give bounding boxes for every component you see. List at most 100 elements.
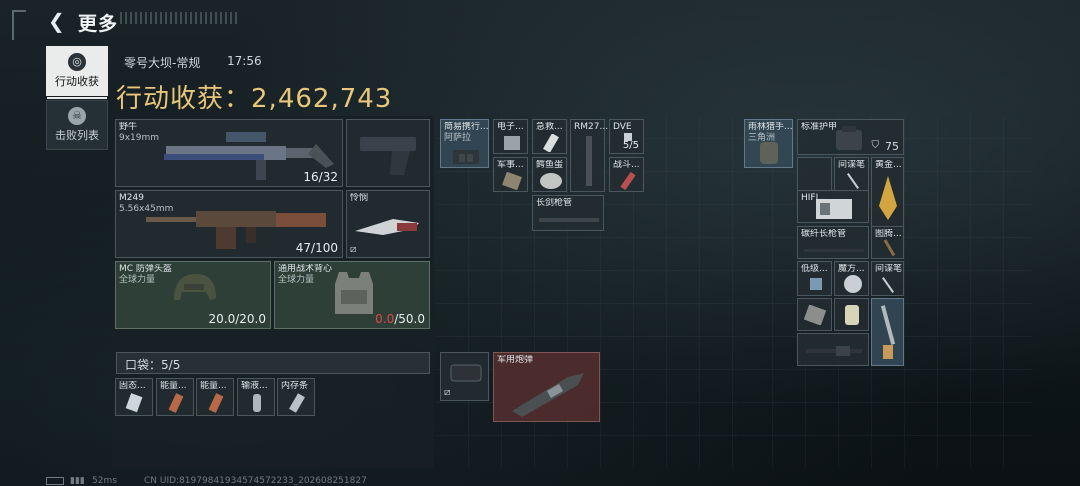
cube-icon	[844, 275, 862, 293]
shield-icon: ⛉	[871, 140, 880, 151]
pocket-label: 口袋：	[125, 358, 162, 372]
back-arrow-icon[interactable]: ❮	[48, 10, 70, 32]
rig-item[interactable]: 战斗...	[609, 157, 644, 192]
helmet-faction: 全球力量	[119, 275, 156, 285]
bp-item[interactable]: 图腾...	[871, 226, 904, 259]
armor-icon	[836, 126, 862, 150]
pocket-item[interactable]: 能量...	[156, 378, 194, 416]
harvest-value: 2,462,743	[251, 84, 393, 114]
shell-slot[interactable]: 军用炮弹	[493, 352, 600, 422]
backpack-icon	[760, 142, 778, 164]
bp-item[interactable]	[797, 333, 869, 366]
low-grade-item-icon	[810, 278, 822, 290]
locked-icon: ⧄	[444, 387, 451, 398]
spy-pen-icon	[882, 277, 894, 293]
tab-action-harvest[interactable]: ◎ 行动收获	[46, 46, 108, 99]
ssd-icon	[125, 393, 143, 413]
helmet-slot[interactable]: MC 防弹头盔 全球力量 20.0/20.0	[115, 261, 271, 329]
harvest-total: 行动收获：2,462,743	[116, 78, 392, 115]
ping: 52ms	[92, 476, 117, 486]
backpack-slot[interactable]: 雨林猎手... 三角洲	[744, 119, 793, 168]
bp-item[interactable]: 低级...	[797, 261, 832, 296]
uid: CN UID:8197984193457457223​3_20260825182…	[144, 476, 367, 486]
tab-label: 击败列表	[55, 129, 99, 142]
bp-item[interactable]: 碳纤长枪管	[797, 226, 869, 259]
skull-icon: ☠	[68, 107, 86, 125]
rifle-part-icon	[806, 346, 862, 356]
bp-item[interactable]	[797, 298, 832, 331]
case-icon	[450, 364, 482, 382]
bp-item[interactable]	[834, 298, 869, 331]
spy-pen-icon	[847, 173, 859, 189]
bp-item[interactable]: 间谍笔	[834, 157, 869, 192]
armor-durability-max: /50.0	[394, 312, 425, 326]
secondary-weapon-name: M249	[119, 193, 144, 203]
pocket-item[interactable]: 能量...	[196, 378, 234, 416]
rig-item[interactable]: RM27...	[570, 119, 608, 192]
electronic-icon	[504, 136, 520, 150]
pocket-item[interactable]: 输液...	[237, 378, 275, 416]
chest-rig-icon	[453, 150, 479, 164]
case-slot[interactable]: ⧄	[440, 352, 489, 401]
armor-durability-current: 0.0	[375, 312, 395, 326]
armor-faction: 全球力量	[278, 275, 315, 285]
page-title: 更多	[78, 13, 119, 35]
plate-icon	[804, 305, 826, 325]
bp-item[interactable]	[797, 157, 832, 192]
armor-slot[interactable]: 通用战术背心 全球力量 0.0/50.0	[274, 261, 430, 329]
battery-icon	[46, 477, 64, 485]
bp-item[interactable]: 黄金...	[871, 157, 904, 230]
raid-time: 17:56	[227, 54, 262, 68]
rig-item[interactable]: 急救...	[532, 119, 567, 154]
artillery-shell-icon	[512, 373, 584, 417]
energy-bar-icon	[168, 393, 184, 413]
rig-item[interactable]: 军事...	[493, 157, 528, 192]
armor-durability: 0.0/50.0	[375, 312, 425, 326]
secondary-ammo-count: 47/100	[295, 241, 338, 255]
barrel-icon	[804, 249, 864, 252]
jar-icon	[845, 305, 859, 325]
bp-item[interactable]: 间谍笔	[871, 261, 904, 296]
rig-item[interactable]: 鳄鱼蛋	[532, 157, 567, 192]
primary-weapon-slot[interactable]: 野牛 9x19mm 16/32	[115, 119, 343, 187]
hifi-icon	[816, 199, 852, 219]
rig-item[interactable]: 长剑枪管	[532, 195, 604, 231]
melee-name: 怜悯	[350, 193, 369, 203]
helmet-name: MC 防弹头盔	[119, 264, 172, 274]
pistol-icon	[360, 137, 416, 175]
locked-icon: ⧄	[350, 244, 357, 255]
header-left-bracket	[12, 10, 26, 40]
first-aid-icon	[543, 134, 559, 152]
harvest-label: 行动收获：	[116, 84, 252, 114]
primary-weapon-name: 野牛	[119, 122, 138, 132]
tool-icon	[880, 305, 896, 359]
harvest-icon: ◎	[68, 53, 86, 71]
helmet-icon	[174, 274, 216, 300]
pocket-item[interactable]: 内存条	[277, 378, 315, 416]
bp-item[interactable]: 魔方...	[834, 261, 869, 296]
military-item-icon	[502, 172, 522, 190]
primary-ammo-type: 9x19mm	[119, 133, 160, 143]
armor-value: 75	[885, 140, 899, 153]
rig-item[interactable]: 电子...	[493, 119, 528, 154]
bp-item[interactable]	[871, 298, 904, 366]
armor-plate-slot[interactable]: 标准护甲 ⛉ 75	[797, 119, 904, 155]
pocket-item[interactable]: 固态...	[115, 378, 153, 416]
rig-container-slot[interactable]: 简易携行... 阿萨拉	[440, 119, 489, 168]
bp-item[interactable]: HIFI...	[797, 190, 869, 223]
ammo-icon	[624, 133, 632, 141]
pocket-capacity: /5	[168, 358, 181, 372]
knife-icon	[355, 219, 419, 235]
pocket-count: 5	[161, 358, 169, 372]
secondary-weapon-slot[interactable]: M249 5.56x45mm 47/100	[115, 190, 343, 258]
energy-bar-icon	[208, 393, 224, 413]
sidearm-slot[interactable]	[346, 119, 430, 187]
header-decoration	[120, 12, 240, 24]
rig-item[interactable]: DVE 5/5	[609, 119, 644, 154]
signal-icon: ▮▮▮	[70, 476, 85, 486]
gold-statue-icon	[879, 176, 897, 220]
helmet-durability: 20.0/20.0	[208, 312, 266, 326]
melee-slot[interactable]: 怜悯 ⧄	[346, 190, 430, 258]
tab-kill-list[interactable]: ☠ 击败列表	[46, 100, 108, 150]
totem-icon	[883, 239, 896, 257]
